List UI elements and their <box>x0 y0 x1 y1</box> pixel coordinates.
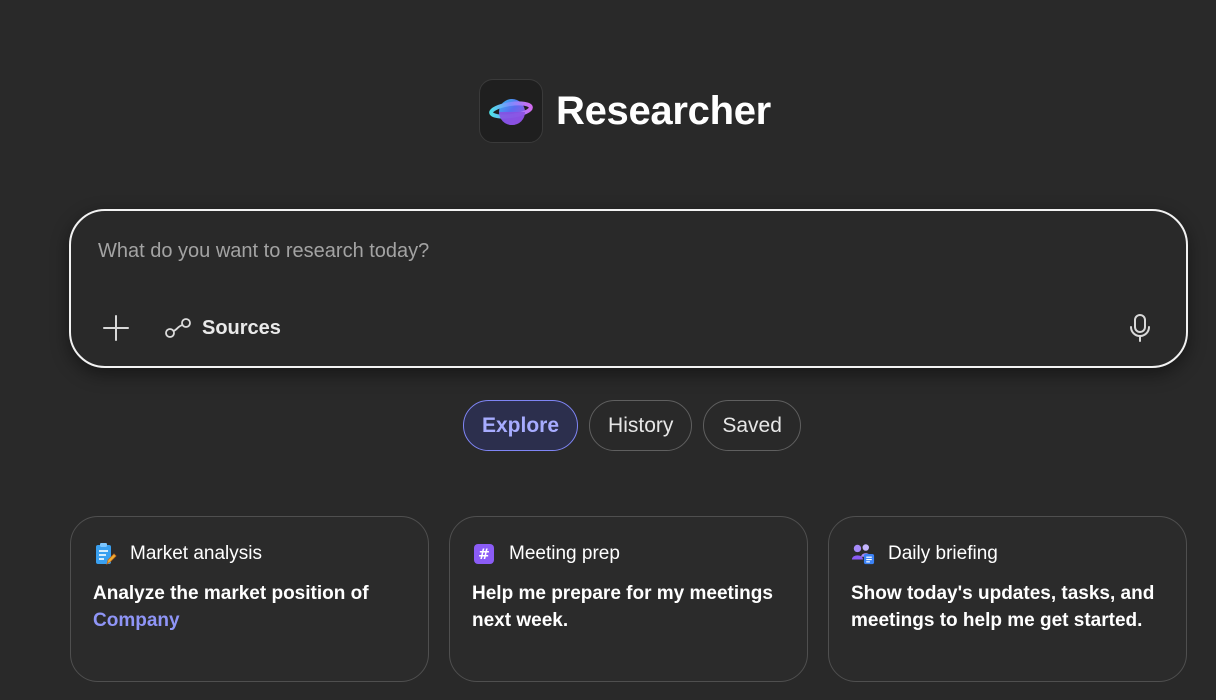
researcher-logo-icon <box>479 79 543 143</box>
hashtag-icon: # <box>472 542 496 566</box>
microphone-icon <box>1130 314 1150 342</box>
card-body-text: Analyze the market position of <box>93 583 369 604</box>
card-title: Market analysis <box>130 543 262 564</box>
svg-text:#: # <box>478 547 490 563</box>
card-header: # Meeting prep <box>472 541 785 567</box>
card-description: Show today's updates, tasks, and meeting… <box>851 583 1155 631</box>
sources-button[interactable]: Sources <box>164 313 281 343</box>
tab-explore[interactable]: Explore <box>463 400 579 451</box>
card-title: Daily briefing <box>888 543 998 564</box>
app-header: Researcher <box>479 79 771 143</box>
plus-icon <box>103 315 129 341</box>
link-nodes-icon <box>165 318 191 338</box>
clipboard-pencil-icon <box>93 542 117 566</box>
card-daily-briefing[interactable]: Daily briefing Show today's updates, tas… <box>828 516 1187 682</box>
card-header: Daily briefing <box>851 541 1164 567</box>
research-composer: Sources <box>69 209 1188 368</box>
add-attachment-button[interactable] <box>100 312 132 344</box>
card-meeting-prep[interactable]: # Meeting prep Help me prepare for my me… <box>449 516 808 682</box>
sources-label: Sources <box>202 316 281 339</box>
research-query-input[interactable] <box>98 236 1098 266</box>
researcher-page: Researcher Sources Ex <box>0 0 1216 700</box>
card-description: Help me prepare for my meetings next wee… <box>472 583 773 631</box>
tab-saved[interactable]: Saved <box>703 400 801 451</box>
company-placeholder-token[interactable]: Company <box>93 610 180 631</box>
suggestion-cards: Market analysis Analyze the market posit… <box>70 516 1187 682</box>
tab-history[interactable]: History <box>589 400 693 451</box>
voice-input-button[interactable] <box>1124 312 1156 344</box>
app-title: Researcher <box>556 88 771 133</box>
card-description: Analyze the market position of Company <box>93 580 406 634</box>
view-tabs: Explore History Saved <box>463 400 801 451</box>
people-list-icon <box>851 542 875 566</box>
card-market-analysis[interactable]: Market analysis Analyze the market posit… <box>70 516 429 682</box>
card-title: Meeting prep <box>509 543 620 564</box>
card-header: Market analysis <box>93 541 406 567</box>
